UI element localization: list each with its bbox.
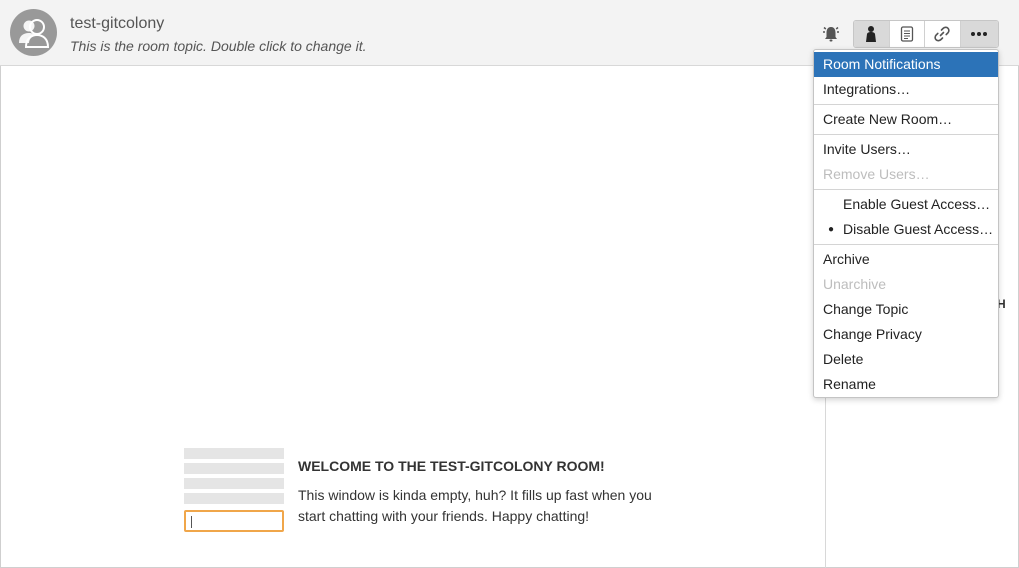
room-settings-menu: Room Notifications Integrations… Create …: [813, 49, 999, 398]
menu-item-unarchive: Unarchive: [814, 272, 998, 297]
menu-item-label: Unarchive: [823, 276, 887, 292]
menu-separator: [814, 134, 998, 135]
menu-item-integrations[interactable]: Integrations…: [814, 77, 998, 102]
menu-separator: [814, 244, 998, 245]
menu-item-archive[interactable]: Archive: [814, 247, 998, 272]
menu-item-label: Archive: [823, 251, 870, 267]
placeholder-line: [184, 463, 284, 474]
menu-item-create-new-room[interactable]: Create New Room…: [814, 107, 998, 132]
menu-item-label: Change Topic: [823, 301, 909, 317]
welcome-title: WELCOME TO THE TEST-GITCOLONY ROOM!: [298, 458, 605, 474]
person-icon: [866, 26, 877, 42]
menu-item-delete[interactable]: Delete: [814, 347, 998, 372]
checked-bullet-icon: ●: [828, 224, 835, 235]
people-icon: [19, 19, 50, 48]
menu-item-label: Change Privacy: [823, 326, 922, 342]
welcome-body: This window is kinda empty, huh? It fill…: [298, 487, 652, 524]
menu-item-change-topic[interactable]: Change Topic: [814, 297, 998, 322]
room-topic[interactable]: This is the room topic. Double click to …: [70, 38, 366, 54]
menu-item-rename[interactable]: Rename: [814, 372, 998, 397]
room-avatar[interactable]: [10, 9, 57, 56]
menu-item-label: Enable Guest Access…: [843, 196, 991, 212]
menu-item-label: Integrations…: [823, 81, 911, 97]
menu-item-room-notifications[interactable]: Room Notifications: [814, 52, 998, 77]
menu-item-label: Disable Guest Access…: [843, 221, 994, 237]
room-actions-group: [853, 20, 999, 48]
menu-item-invite-users[interactable]: Invite Users…: [814, 137, 998, 162]
notifications-button[interactable]: [812, 20, 850, 48]
menu-separator: [814, 189, 998, 190]
menu-separator: [814, 104, 998, 105]
placeholder-line: [184, 448, 284, 459]
menu-item-change-privacy[interactable]: Change Privacy: [814, 322, 998, 347]
placeholder-line: [184, 493, 284, 504]
people-button[interactable]: [854, 21, 890, 47]
menu-item-remove-users: Remove Users…: [814, 162, 998, 187]
menu-item-label: Room Notifications: [823, 56, 941, 72]
more-icon: [971, 32, 988, 36]
more-options-button[interactable]: [960, 21, 998, 47]
menu-item-disable-guest-access[interactable]: ● Disable Guest Access…: [814, 217, 998, 242]
placeholder-line: [184, 478, 284, 489]
bell-icon: [823, 26, 839, 42]
menu-item-label: Remove Users…: [823, 166, 930, 182]
link-icon: [934, 26, 950, 42]
placeholder-input: [184, 510, 284, 532]
share-link-button[interactable]: [925, 21, 961, 47]
files-button[interactable]: [890, 21, 926, 47]
menu-item-label: Delete: [823, 351, 864, 367]
menu-item-enable-guest-access[interactable]: Enable Guest Access…: [814, 192, 998, 217]
text-caret: [191, 516, 192, 528]
document-icon: [900, 26, 913, 42]
menu-item-label: Rename: [823, 376, 876, 392]
menu-item-label: Invite Users…: [823, 141, 911, 157]
room-name[interactable]: test-gitcolony: [70, 15, 164, 33]
menu-item-label: Create New Room…: [823, 111, 953, 127]
